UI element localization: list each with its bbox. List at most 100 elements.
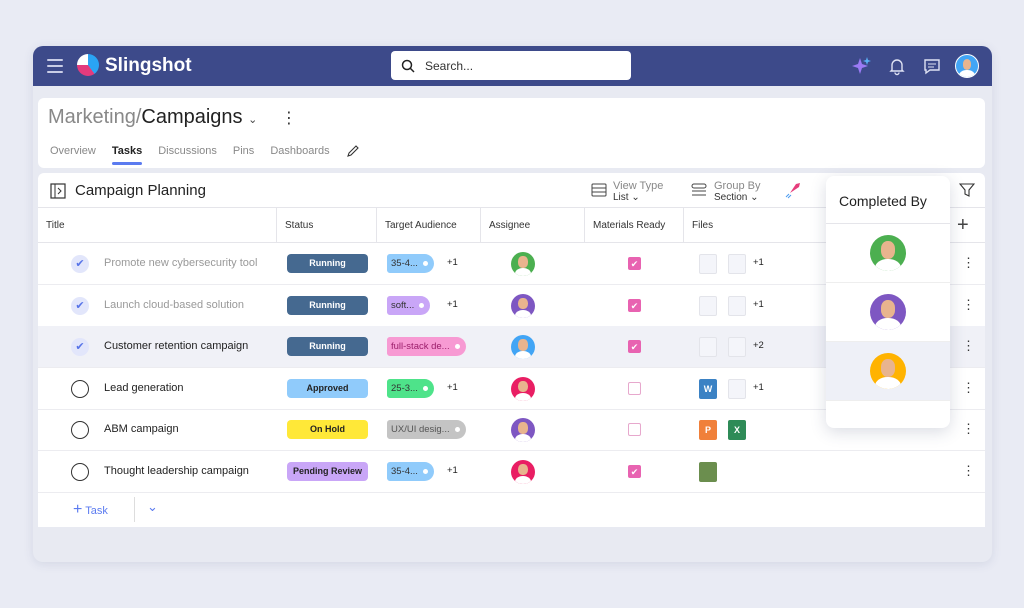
more-vertical-icon[interactable]: ⋮ [962, 463, 975, 479]
breadcrumb-current[interactable]: Campaigns [141, 106, 242, 128]
audience-tag[interactable]: full-stack de... [387, 337, 466, 356]
task-checkbox[interactable]: ✔ [71, 338, 89, 356]
task-checkbox[interactable] [71, 462, 89, 481]
file-powerpoint-icon[interactable]: P [699, 420, 717, 440]
col-status[interactable]: Status [277, 208, 377, 243]
project-header: Marketing/Campaigns ⌄ ⋮ Overview Tasks D… [38, 98, 985, 168]
col-assignee[interactable]: Assignee [481, 208, 585, 243]
col-title[interactable]: Title [38, 208, 277, 243]
chevron-down-icon[interactable]: ⌄ [248, 114, 257, 126]
avatar [870, 235, 906, 271]
rocket-icon[interactable] [784, 181, 802, 199]
assignee-avatar[interactable] [511, 376, 535, 401]
sparkle-icon[interactable] [851, 56, 871, 76]
status-badge[interactable]: Approved [287, 378, 368, 398]
chat-icon[interactable] [922, 56, 942, 76]
view-type-dropdown[interactable]: View Type List ⌄ [613, 180, 663, 204]
file-thumbnail[interactable] [728, 337, 746, 357]
file-word-icon[interactable]: W [699, 378, 717, 399]
col-materials-ready[interactable]: Materials Ready [585, 208, 684, 243]
file-thumbnail[interactable] [728, 295, 746, 316]
group-by-dropdown[interactable]: Group By Section ⌄ [714, 180, 760, 204]
audience-tag[interactable]: 35-4... [387, 461, 434, 481]
task-checkbox[interactable]: ✔ [71, 296, 89, 315]
status-badge[interactable]: Running [287, 254, 368, 273]
task-title[interactable]: Launch cloud-based solution [104, 299, 244, 311]
file-thumbnail[interactable] [699, 295, 717, 316]
add-column-icon[interactable]: + [957, 214, 969, 237]
files-more-count[interactable]: +2 [753, 340, 764, 351]
add-task-button[interactable]: + Task [73, 501, 108, 519]
table-row[interactable]: Thought leadership campaign Pending Revi… [38, 451, 985, 493]
task-title[interactable]: Thought leadership campaign [104, 465, 249, 477]
bell-icon[interactable] [887, 56, 907, 76]
audience-more-count[interactable]: +1 [447, 382, 458, 393]
view-type-value: List [613, 192, 629, 203]
audience-tag[interactable]: 25-3... [387, 378, 434, 398]
audience-more-count[interactable]: +1 [447, 299, 458, 310]
status-badge[interactable]: On Hold [287, 420, 368, 439]
files-more-count[interactable]: +1 [753, 299, 764, 310]
completed-by-item[interactable] [826, 224, 950, 283]
file-excel-icon[interactable]: X [728, 420, 746, 440]
files-more-count[interactable]: +1 [753, 382, 764, 393]
tab-tasks[interactable]: Tasks [111, 145, 143, 165]
materials-ready-checkbox[interactable]: ✔ [628, 340, 641, 353]
audience-tag[interactable]: 35-4... [387, 254, 434, 273]
tab-discussions[interactable]: Discussions [158, 145, 217, 158]
assignee-avatar[interactable] [511, 459, 535, 484]
more-vertical-icon[interactable]: ⋮ [962, 255, 975, 271]
task-checkbox[interactable]: ✔ [71, 255, 89, 273]
search-input[interactable]: Search... [391, 51, 631, 80]
task-title[interactable]: Customer retention campaign [104, 340, 248, 352]
breadcrumb-parent[interactable]: Marketing [48, 106, 136, 128]
task-checkbox[interactable] [71, 421, 89, 439]
more-vertical-icon[interactable]: ⋮ [962, 338, 975, 354]
files-more-count[interactable]: +1 [753, 257, 764, 268]
file-thumbnail[interactable] [699, 337, 717, 357]
assignee-avatar[interactable] [511, 293, 535, 318]
audience-more-count[interactable]: +1 [447, 257, 458, 268]
more-vertical-icon[interactable]: ⋮ [281, 110, 297, 127]
col-target-audience[interactable]: Target Audience [377, 208, 481, 243]
filter-icon[interactable] [959, 182, 975, 198]
task-title[interactable]: ABM campaign [104, 423, 179, 435]
file-thumbnail[interactable] [728, 254, 746, 274]
more-vertical-icon[interactable]: ⋮ [962, 421, 975, 437]
task-checkbox[interactable] [71, 379, 89, 398]
sidebar-toggle-icon[interactable] [50, 183, 66, 199]
col-files[interactable]: Files [684, 208, 834, 243]
materials-ready-checkbox[interactable] [628, 381, 641, 395]
materials-ready-checkbox[interactable]: ✔ [628, 257, 641, 270]
status-badge[interactable]: Running [287, 295, 368, 315]
pencil-icon[interactable] [346, 144, 360, 158]
assignee-avatar[interactable] [511, 252, 535, 276]
status-badge[interactable]: Running [287, 337, 368, 356]
materials-ready-checkbox[interactable] [628, 423, 641, 436]
tab-dashboards[interactable]: Dashboards [270, 145, 329, 158]
completed-by-item[interactable] [826, 283, 950, 342]
file-thumbnail[interactable] [728, 378, 746, 399]
task-title[interactable]: Promote new cybersecurity tool [104, 257, 257, 269]
tab-overview[interactable]: Overview [50, 145, 96, 158]
assignee-avatar[interactable] [511, 335, 535, 359]
audience-tag[interactable]: UX/UI desig... [387, 420, 466, 439]
more-vertical-icon[interactable]: ⋮ [962, 297, 975, 313]
task-title[interactable]: Lead generation [104, 382, 184, 394]
more-vertical-icon[interactable]: ⋮ [962, 380, 975, 396]
tab-pins[interactable]: Pins [233, 145, 254, 158]
avatar [870, 353, 906, 389]
materials-ready-checkbox[interactable]: ✔ [628, 464, 641, 478]
user-avatar[interactable] [955, 54, 979, 78]
assignee-avatar[interactable] [511, 418, 535, 442]
project-title: Campaign Planning [75, 182, 206, 199]
file-zip-icon[interactable] [699, 461, 717, 482]
audience-more-count[interactable]: +1 [447, 465, 458, 476]
menu-icon[interactable] [47, 59, 63, 73]
status-badge[interactable]: Pending Review [287, 461, 368, 481]
completed-by-item[interactable] [826, 342, 950, 401]
file-thumbnail[interactable] [699, 254, 717, 274]
audience-tag[interactable]: soft... [387, 295, 431, 315]
materials-ready-checkbox[interactable]: ✔ [628, 298, 641, 312]
chevron-down-icon[interactable]: ⌄ [147, 499, 158, 515]
